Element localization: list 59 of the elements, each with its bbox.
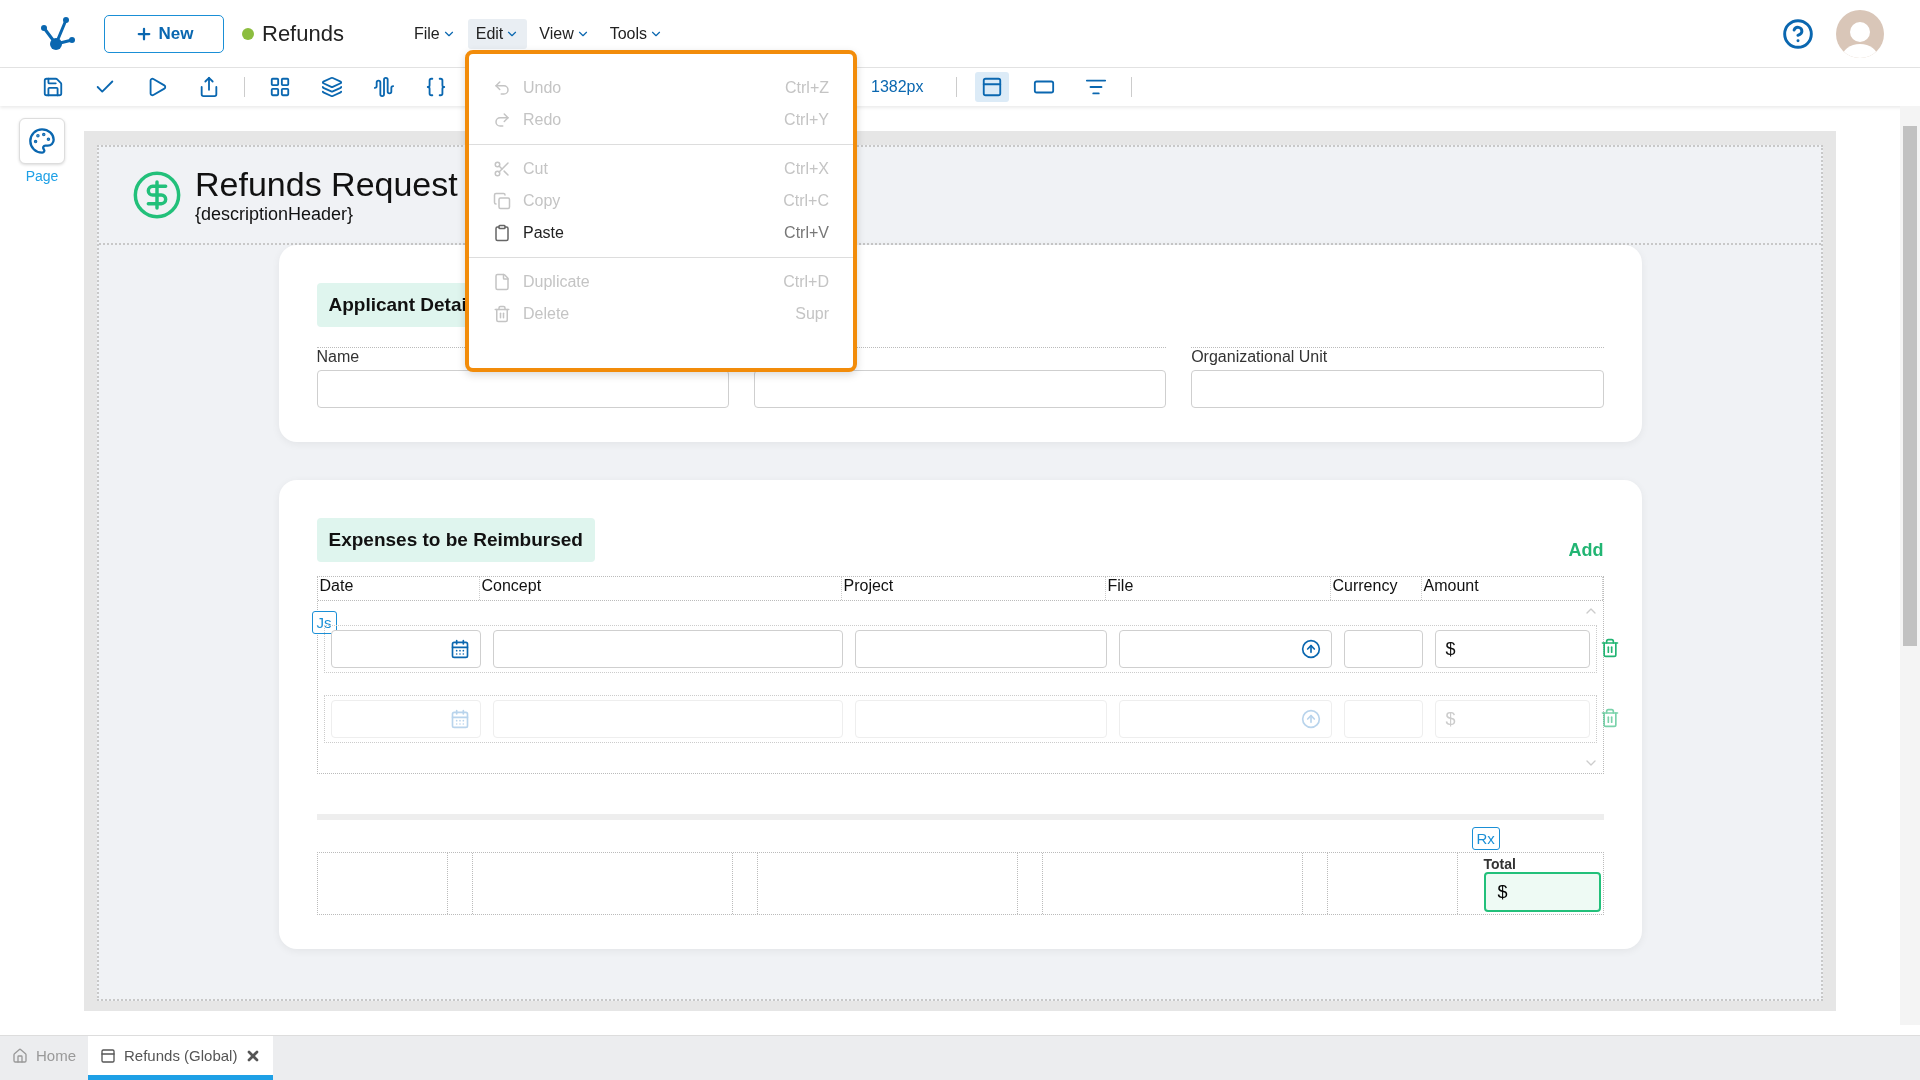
field-label: Organizational Unit — [1191, 348, 1329, 367]
duplicate-icon — [493, 273, 511, 291]
document-title: Refunds — [262, 20, 344, 47]
palette-button[interactable] — [19, 118, 65, 164]
input-field[interactable] — [492, 630, 843, 668]
column-header: Currency — [1330, 577, 1422, 600]
trash-icon[interactable] — [1599, 708, 1620, 728]
dollar-icon — [131, 169, 183, 221]
paste-icon — [493, 224, 511, 242]
column-header: Amount — [1421, 577, 1603, 600]
undo-icon — [493, 79, 511, 97]
column-header: Date — [317, 577, 480, 600]
input-field[interactable] — [316, 370, 729, 408]
scrollbar[interactable] — [1900, 106, 1920, 1025]
add-link[interactable]: Add — [1568, 540, 1604, 561]
help-icon[interactable] — [1782, 17, 1814, 50]
upload-icon — [1300, 709, 1321, 729]
total-label: Total — [1483, 856, 1517, 872]
field-label: Name — [316, 348, 361, 367]
redo-icon — [493, 111, 511, 129]
layout-icon[interactable] — [974, 72, 1009, 102]
file-field[interactable] — [1118, 630, 1332, 668]
new-button[interactable]: New — [104, 14, 224, 53]
tab[interactable]: Home — [0, 1036, 88, 1080]
cut-icon — [493, 160, 511, 178]
input-field[interactable] — [1343, 630, 1423, 668]
calendar-icon — [449, 639, 470, 659]
column-header: Concept — [479, 577, 842, 600]
avatar[interactable] — [1836, 9, 1884, 58]
amount-field[interactable]: $ — [1434, 630, 1590, 668]
status-dot — [242, 27, 254, 40]
palette-icon — [28, 127, 56, 155]
calendar-icon — [449, 709, 470, 729]
width-reading: 1382px — [871, 78, 924, 96]
column-header: Project — [841, 577, 1106, 600]
page-label: Page — [25, 168, 59, 184]
menu-item[interactable]: File — [405, 18, 464, 49]
rule-badge[interactable]: Rx — [1471, 827, 1500, 850]
copy-icon — [493, 192, 511, 210]
column-header: File — [1105, 577, 1331, 600]
delete-icon — [493, 305, 511, 323]
script-badge[interactable]: Js — [311, 611, 337, 634]
form-icon — [100, 1047, 116, 1064]
section-title: Expenses to be Reimbursed — [316, 518, 595, 562]
trash-icon[interactable] — [1599, 638, 1620, 658]
input-field[interactable] — [854, 630, 1107, 668]
date-field[interactable] — [330, 630, 481, 668]
menu-item[interactable]: Paste Ctrl+V — [469, 217, 853, 249]
upload-icon — [1300, 639, 1321, 659]
home-icon — [12, 1047, 28, 1064]
menu-item[interactable]: Tools — [601, 18, 672, 49]
menu-item[interactable]: View — [531, 18, 598, 49]
input-field[interactable] — [1191, 370, 1604, 408]
total-field[interactable]: $ — [1483, 872, 1601, 912]
form-description: {descriptionHeader} — [195, 204, 355, 225]
form-title: Refunds Request — [195, 165, 458, 204]
menu-item[interactable]: Edit — [467, 18, 528, 49]
input-field[interactable] — [753, 370, 1167, 408]
tab[interactable]: Refunds (Global) — [88, 1036, 274, 1080]
